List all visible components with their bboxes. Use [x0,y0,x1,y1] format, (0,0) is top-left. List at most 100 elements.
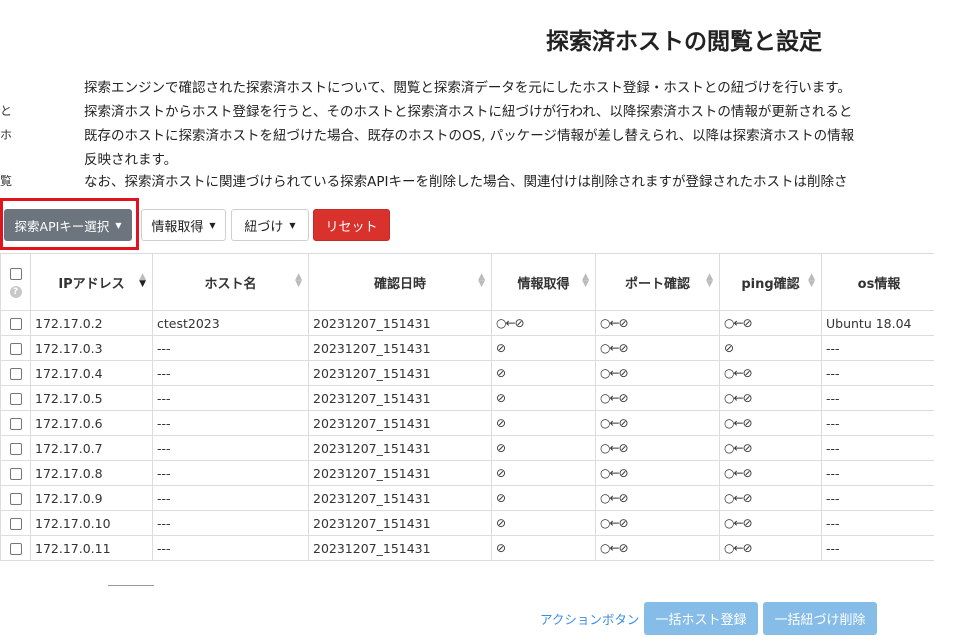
row-checkbox[interactable] [9,343,22,355]
column-header-os[interactable]: os情報 [821,253,934,311]
row-checkbox-cell [0,485,31,511]
row-checkbox[interactable] [9,518,22,530]
api-key-select-button[interactable]: 探索APIキー選択 ▼ [4,209,132,241]
cell-ip: 172.17.0.7 [30,435,153,461]
row-checkbox[interactable] [9,318,22,330]
cell-os: --- [821,510,934,536]
column-header-ping-check[interactable]: ping確認 ▲ ▼ [719,253,822,311]
cell-port-check: ○←⊘ [595,535,720,561]
column-header-label: os情報 [857,276,901,292]
description-line: 既存のホストに探索済ホストを紐づけた場合、既存のホストのOS, パッケージ情報が… [84,128,855,144]
row-checkbox[interactable] [9,468,22,480]
cell-hostname: --- [152,535,309,561]
reset-button[interactable]: リセット [313,209,390,241]
table-row[interactable]: 172.17.0.3 --- 20231207_151431 ⊘ ○←⊘ ⊘ --- [0,335,934,361]
info-get-label: 情報取得 [151,219,204,235]
header-checkbox-cell: ? [0,253,31,311]
row-checkbox-cell [0,535,31,561]
column-header-port-check[interactable]: ポート確認 ▲ ▼ [595,253,720,311]
sort-icon: ▲ ▼ [706,272,713,289]
row-checkbox-cell [0,360,31,386]
description-line: 探索エンジンで確認された探索済ホストについて、閲覧と探索済データを元にしたホスト… [84,80,851,96]
select-all-checkbox[interactable] [9,268,22,280]
cell-os: --- [821,535,934,561]
cell-info-get: ⊘ [491,485,596,511]
cell-port-check: ○←⊘ [595,335,720,361]
cell-ip: 172.17.0.4 [30,360,153,386]
row-checkbox-cell [0,410,31,436]
table-row[interactable]: 172.17.0.4 --- 20231207_151431 ⊘ ○←⊘ ○←⊘ --- [0,360,934,386]
cell-port-check: ○←⊘ [595,360,720,386]
hosts-table-container: ? IPアドレス ▲ ▼ ホスト名 ▲ ▼ 確認日時 ▲ ▼ 情報取得 ▲ ▼ ポート確認 ▲ ▼ … [0,253,934,575]
table-row[interactable]: 172.17.0.8 --- 20231207_151431 ⊘ ○←⊘ ○←⊘ --- [0,460,934,486]
cell-os: --- [821,360,934,386]
cell-hostname: --- [152,510,309,536]
table-row[interactable]: 172.17.0.7 --- 20231207_151431 ⊘ ○←⊘ ○←⊘ --- [0,435,934,461]
description-line: 探索済ホストからホスト登録を行うと、そのホストと探索済ホストに紐づけが行われ、以… [84,104,853,120]
column-header-label: ping確認 [741,276,800,292]
column-header-label: ホスト名 [204,276,257,292]
row-checkbox[interactable] [9,493,22,505]
cell-checked-at: 20231207_151431 [308,510,492,536]
api-key-select-label: 探索APIキー選択 [14,218,110,234]
sort-icon: ▲ ▼ [808,272,815,289]
cell-checked-at: 20231207_151431 [308,485,492,511]
sort-icon: ▲ ▼ [582,272,589,289]
table-header-row: ? IPアドレス ▲ ▼ ホスト名 ▲ ▼ 確認日時 ▲ ▼ 情報取得 ▲ ▼ ポート確認 ▲ ▼ … [0,253,934,311]
cell-hostname: --- [152,360,309,386]
column-header-ip[interactable]: IPアドレス ▲ ▼ [30,253,153,311]
cell-hostname: --- [152,335,309,361]
cell-ip: 172.17.0.8 [30,460,153,486]
cell-ping-check: ○←⊘ [719,485,822,511]
bulk-register-button[interactable]: 一括ホスト登録 [644,602,758,635]
column-header-info-get[interactable]: 情報取得 ▲ ▼ [491,253,596,311]
bulk-unlink-button[interactable]: 一括紐づけ削除 [763,602,877,635]
cell-info-get: ⊘ [491,360,596,386]
column-header-label: ポート確認 [624,276,690,292]
cell-checked-at: 20231207_151431 [308,385,492,411]
row-checkbox[interactable] [9,443,22,455]
bulk-register-label: 一括ホスト登録 [655,613,747,628]
table-row[interactable]: 172.17.0.5 --- 20231207_151431 ⊘ ○←⊘ ○←⊘ --- [0,385,934,411]
sidebar-text-fragment: 覧 [0,174,13,188]
action-buttons-label: アクションボタン [540,612,640,627]
caret-down-icon: ▼ [289,220,296,230]
cell-checked-at: 20231207_151431 [308,435,492,461]
caret-down-icon: ▼ [209,220,216,230]
cell-ping-check: ○←⊘ [719,510,822,536]
row-checkbox[interactable] [9,393,22,405]
table-row[interactable]: 172.17.0.9 --- 20231207_151431 ⊘ ○←⊘ ○←⊘ --- [0,485,934,511]
row-checkbox[interactable] [9,418,22,430]
cell-ip: 172.17.0.6 [30,410,153,436]
caret-down-icon: ▼ [115,220,122,230]
cell-ip: 172.17.0.10 [30,510,153,536]
row-checkbox-cell [0,510,31,536]
cell-port-check: ○←⊘ [595,510,720,536]
cell-hostname: --- [152,435,309,461]
link-button[interactable]: 紐づけ ▼ [231,209,309,241]
cell-ip: 172.17.0.9 [30,485,153,511]
cell-os: --- [821,485,934,511]
help-icon[interactable]: ? [9,285,22,298]
cell-info-get: ⊘ [491,410,596,436]
cell-os: --- [821,335,934,361]
cell-ping-check: ○←⊘ [719,360,822,386]
table-row[interactable]: 172.17.0.11 --- 20231207_151431 ⊘ ○←⊘ ○←⊘ --- [0,535,934,561]
cell-os: --- [821,435,934,461]
table-row[interactable]: 172.17.0.2 ctest2023 20231207_151431 ○←⊘ ○←⊘… [0,310,934,336]
info-get-button[interactable]: 情報取得 ▼ [141,209,226,241]
cell-port-check: ○←⊘ [595,385,720,411]
column-header-label: 確認日時 [373,276,426,292]
column-header-label: 情報取得 [517,276,570,292]
cell-info-get: ⊘ [491,535,596,561]
description-line: なお、探索済ホストに関連づけられている探索APIキーを削除した場合、関連付けは削… [84,174,848,188]
sidebar-text-fragment: ホ [0,128,13,142]
table-row[interactable]: 172.17.0.10 --- 20231207_151431 ⊘ ○←⊘ ○←⊘ --- [0,510,934,536]
table-row[interactable]: 172.17.0.6 --- 20231207_151431 ⊘ ○←⊘ ○←⊘ --- [0,410,934,436]
row-checkbox-cell [0,460,31,486]
cell-ping-check: ○←⊘ [719,385,822,411]
row-checkbox[interactable] [9,543,22,555]
column-header-checked-at[interactable]: 確認日時 ▲ ▼ [308,253,492,311]
column-header-hostname[interactable]: ホスト名 ▲ ▼ [152,253,309,311]
row-checkbox[interactable] [9,368,22,380]
